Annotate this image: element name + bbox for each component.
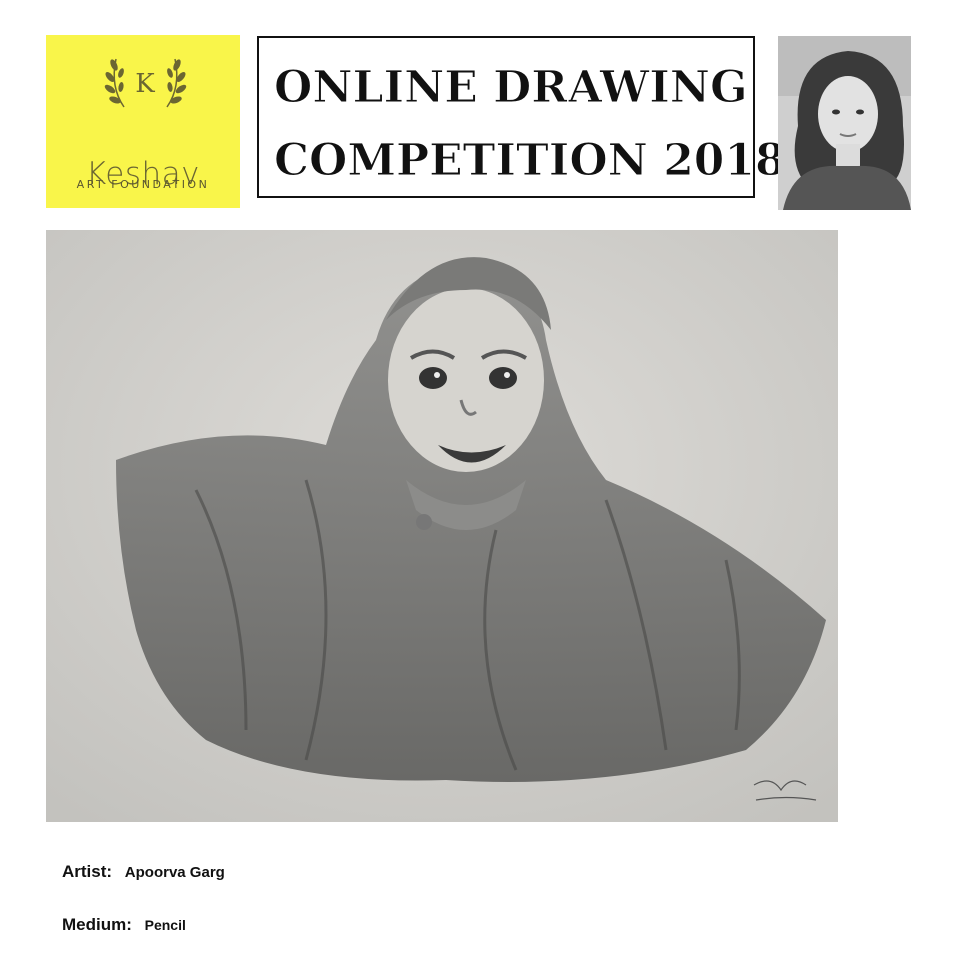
artwork-drawing [46,230,838,822]
competition-title-box: ONLINE DRAWING COMPETITION 2018 [257,36,786,198]
artist-caption: Artist: Apoorva Garg [62,862,225,882]
title-line-2: COMPETITION 2018 [274,135,787,186]
medium-label: Medium: [62,915,132,934]
artist-photo [778,36,911,210]
logo-subtitle: ART FOUNDATION [76,178,210,191]
artist-label: Artist: [62,862,113,881]
medium-value: Pencil [144,917,186,933]
pencil-drawing-icon [46,230,838,822]
keshav-art-foundation-logo: K Keshav ART FOUNDATION [46,35,240,208]
artist-name: Apoorva Garg [124,864,225,881]
artist-portrait-icon [778,36,911,210]
title-line-1: ONLINE DRAWING [274,62,749,113]
svg-text:K: K [135,69,155,99]
medium-caption: Medium: Pencil [62,915,186,935]
